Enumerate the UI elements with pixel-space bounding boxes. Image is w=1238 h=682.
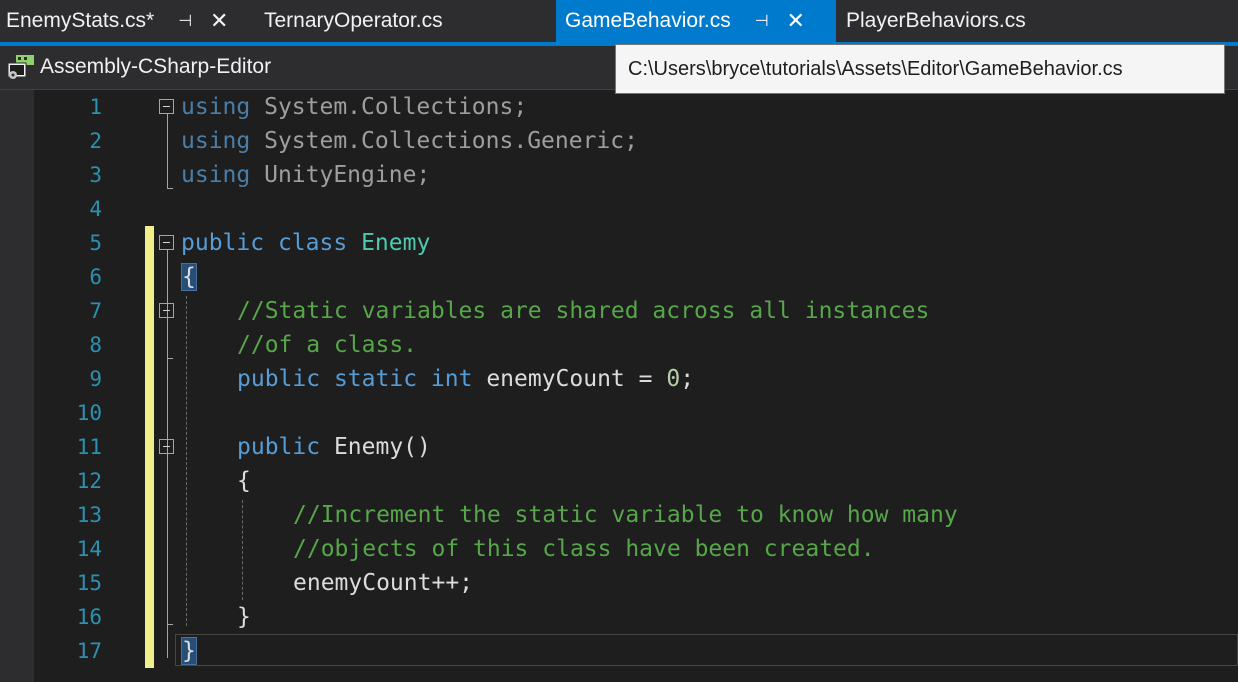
line-number: 15 bbox=[76, 571, 102, 595]
line-number: 2 bbox=[89, 129, 102, 153]
tab-enemystats[interactable]: EnemyStats.cs* ⊣ ✕ bbox=[0, 0, 253, 42]
code-text: using UnityEngine; bbox=[181, 162, 431, 188]
tab-label: EnemyStats.cs* bbox=[6, 9, 155, 32]
tooltip-text: C:\Users\bryce\tutorials\Assets\Editor\G… bbox=[628, 57, 1123, 80]
code-comment: //objects of this class have been create… bbox=[293, 536, 875, 562]
code-line: 11 public Enemy() bbox=[0, 430, 1238, 464]
code-text: } bbox=[181, 634, 197, 668]
project-icon bbox=[7, 55, 34, 79]
code-text: enemyCount++; bbox=[293, 570, 474, 596]
tab-label: PlayerBehaviors.cs bbox=[846, 9, 1026, 32]
line-number: 12 bbox=[76, 469, 102, 493]
code-editor[interactable]: 1 using System.Collections; 2 using Syst… bbox=[0, 90, 1238, 682]
code-line: 2 using System.Collections.Generic; bbox=[0, 124, 1238, 158]
line-number: 1 bbox=[89, 95, 102, 119]
code-line: 1 using System.Collections; bbox=[0, 90, 1238, 124]
code-line: 10 bbox=[0, 396, 1238, 430]
close-icon[interactable]: ✕ bbox=[785, 8, 807, 34]
code-comment: //of a class. bbox=[237, 332, 418, 358]
code-text: public Enemy() bbox=[237, 434, 431, 460]
line-number: 7 bbox=[89, 299, 102, 323]
code-text: using System.Collections; bbox=[181, 94, 528, 120]
file-path-tooltip: C:\Users\bryce\tutorials\Assets\Editor\G… bbox=[615, 44, 1225, 94]
pin-icon[interactable]: ⊣ bbox=[751, 11, 773, 31]
code-line: 15 enemyCount++; bbox=[0, 566, 1238, 600]
code-line: 13 //Increment the static variable to kn… bbox=[0, 498, 1238, 532]
code-text: public class Enemy bbox=[181, 230, 431, 256]
code-text: public static int enemyCount = 0; bbox=[237, 366, 695, 392]
project-dropdown[interactable]: Assembly-CSharp-Editor bbox=[40, 55, 271, 79]
code-line: 7 //Static variables are shared across a… bbox=[0, 294, 1238, 328]
line-number: 5 bbox=[89, 231, 102, 255]
matching-brace: { bbox=[181, 263, 197, 291]
tab-strip: EnemyStats.cs* ⊣ ✕ TernaryOperator.cs Ga… bbox=[0, 0, 1238, 42]
code-line: 17 } bbox=[0, 634, 1238, 668]
code-line: 3 using UnityEngine; bbox=[0, 158, 1238, 192]
line-number: 3 bbox=[89, 163, 102, 187]
line-number: 17 bbox=[76, 639, 102, 663]
tab-label: GameBehavior.cs bbox=[565, 9, 731, 32]
code-text: using System.Collections.Generic; bbox=[181, 128, 638, 154]
close-icon[interactable]: ✕ bbox=[208, 8, 230, 34]
code-line: 6 { bbox=[0, 260, 1238, 294]
line-number: 14 bbox=[76, 537, 102, 561]
code-line: 16 } bbox=[0, 600, 1238, 634]
code-comment: //Static variables are shared across all… bbox=[237, 298, 930, 324]
code-line: 9 public static int enemyCount = 0; bbox=[0, 362, 1238, 396]
code-line: 4 bbox=[0, 192, 1238, 226]
code-line: 12 { bbox=[0, 464, 1238, 498]
line-number: 11 bbox=[76, 435, 102, 459]
tab-gamebehavior[interactable]: GameBehavior.cs ⊣ ✕ bbox=[556, 0, 836, 42]
code-line: 8 //of a class. bbox=[0, 328, 1238, 362]
line-number: 10 bbox=[76, 401, 102, 425]
code-text: } bbox=[237, 604, 251, 630]
matching-brace: } bbox=[181, 637, 197, 665]
tab-playerbehaviors[interactable]: PlayerBehaviors.cs bbox=[840, 0, 1100, 42]
pin-icon[interactable]: ⊣ bbox=[174, 11, 196, 31]
line-number: 13 bbox=[76, 503, 102, 527]
tab-label: TernaryOperator.cs bbox=[264, 9, 443, 32]
code-line: 5 public class Enemy bbox=[0, 226, 1238, 260]
line-number: 6 bbox=[89, 265, 102, 289]
code-text: { bbox=[181, 260, 197, 294]
tab-ternaryoperator[interactable]: TernaryOperator.cs bbox=[258, 0, 554, 42]
code-text: { bbox=[237, 468, 251, 494]
code-line: 14 //objects of this class have been cre… bbox=[0, 532, 1238, 566]
line-number: 16 bbox=[76, 605, 102, 629]
line-number: 9 bbox=[89, 367, 102, 391]
line-number: 4 bbox=[89, 197, 102, 221]
line-number: 8 bbox=[89, 333, 102, 357]
code-comment: //Increment the static variable to know … bbox=[293, 502, 958, 528]
